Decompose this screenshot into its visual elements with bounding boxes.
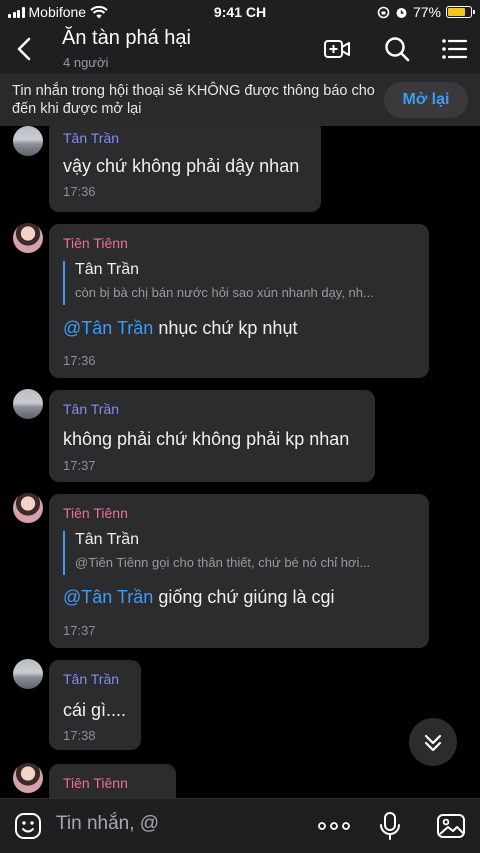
avatar[interactable]: [13, 389, 43, 419]
message-time: 17:38: [63, 728, 96, 743]
more-icon[interactable]: [317, 811, 351, 841]
back-arrow-icon[interactable]: [14, 36, 36, 62]
video-call-icon[interactable]: [323, 36, 351, 62]
chevron-down-icon: [424, 734, 442, 752]
message-body: giống chứ giúng là cgi: [153, 587, 335, 607]
avatar[interactable]: [13, 223, 43, 253]
mention[interactable]: @Tân Trần: [63, 318, 153, 338]
sender-name[interactable]: Tân Trần: [63, 401, 119, 417]
mention[interactable]: @Tân Trần: [63, 587, 153, 607]
avatar[interactable]: [13, 659, 43, 689]
message-text: không phải chứ không phải kp nhan: [63, 429, 350, 449]
battery-percent: 77%: [412, 4, 441, 20]
avatar[interactable]: [13, 493, 43, 523]
avatar[interactable]: [13, 763, 43, 793]
sender-name[interactable]: Tiên Tiênn: [63, 505, 128, 521]
sticker-icon[interactable]: [13, 811, 43, 841]
member-count[interactable]: 4 người: [63, 55, 108, 70]
message-text: cái gì....: [63, 700, 127, 720]
image-icon[interactable]: [436, 811, 466, 841]
message-body: nhục chứ kp nhụt: [153, 318, 298, 338]
battery-icon: [446, 6, 475, 18]
message-time: 17:36: [63, 184, 96, 199]
message-text: @Tân Trần giống chứ giúng là cgi: [63, 587, 334, 608]
composer: Tin nhắn, @: [0, 798, 480, 853]
chat-header: Ăn tàn phá hại 4 người: [0, 24, 480, 74]
message-bubble[interactable]: Tân Trần vậy chứ không phải dậy nhan 17:…: [49, 126, 321, 212]
quoted-sender: Tân Trần: [75, 531, 140, 548]
quoted-sender: Tân Trần: [75, 261, 140, 278]
lock-rotation-icon: [377, 6, 390, 18]
unmute-button[interactable]: Mở lại: [384, 82, 468, 118]
status-right: 77%: [377, 4, 475, 20]
quoted-text: còn bị bà chị bán nước hỏi sao xún nhanh…: [75, 285, 374, 300]
quoted-message[interactable]: Tân Trần còn bị bà chị bán nước hỏi sao …: [63, 261, 405, 305]
message-bubble[interactable]: Tân Trần cái gì.... 17:38: [49, 660, 141, 750]
sender-name[interactable]: Tân Trần: [63, 671, 119, 687]
message-bubble[interactable]: Tiên Tiênn: [49, 764, 176, 798]
message-text: vậy chứ không phải dậy nhan: [63, 156, 300, 176]
chat-title[interactable]: Ăn tàn phá hại: [62, 27, 191, 50]
quoted-text: @Tiên Tiênn gọi cho thân thiết, chứ bé n…: [75, 555, 371, 570]
avatar[interactable]: [13, 126, 43, 156]
message-bubble[interactable]: Tân Trần không phải chứ không phải kp nh…: [49, 390, 375, 482]
status-bar: Mobifone 9:41 CH 77%: [0, 0, 480, 24]
message-text: @Tân Trần nhục chứ kp nhụt: [63, 318, 297, 339]
message-bubble[interactable]: Tiên Tiênn Tân Trần @Tiên Tiênn gọi cho …: [49, 494, 429, 648]
battery-level: [448, 8, 465, 16]
quoted-message[interactable]: Tân Trần @Tiên Tiênn gọi cho thân thiết,…: [63, 531, 405, 575]
scroll-to-bottom-button[interactable]: [409, 718, 457, 766]
message-input[interactable]: Tin nhắn, @: [56, 813, 159, 835]
alarm-icon: [396, 7, 407, 18]
muted-banner-text: Tin nhắn trong hội thoại sẽ KHÔNG được t…: [12, 83, 375, 117]
microphone-icon[interactable]: [375, 811, 405, 841]
sender-name[interactable]: Tiên Tiênn: [63, 775, 128, 791]
message-bubble[interactable]: Tiên Tiênn Tân Trần còn bị bà chị bán nư…: [49, 224, 429, 378]
sender-name[interactable]: Tiên Tiênn: [63, 235, 128, 251]
muted-banner: Tin nhắn trong hội thoại sẽ KHÔNG được t…: [0, 74, 480, 126]
message-time: 17:36: [63, 353, 96, 368]
menu-list-icon[interactable]: [441, 36, 469, 62]
message-list[interactable]: Tân Trần vậy chứ không phải dậy nhan 17:…: [0, 126, 480, 798]
message-time: 17:37: [63, 623, 96, 638]
search-icon[interactable]: [383, 36, 411, 62]
message-time: 17:37: [63, 458, 96, 473]
sender-name[interactable]: Tân Trần: [63, 130, 119, 146]
